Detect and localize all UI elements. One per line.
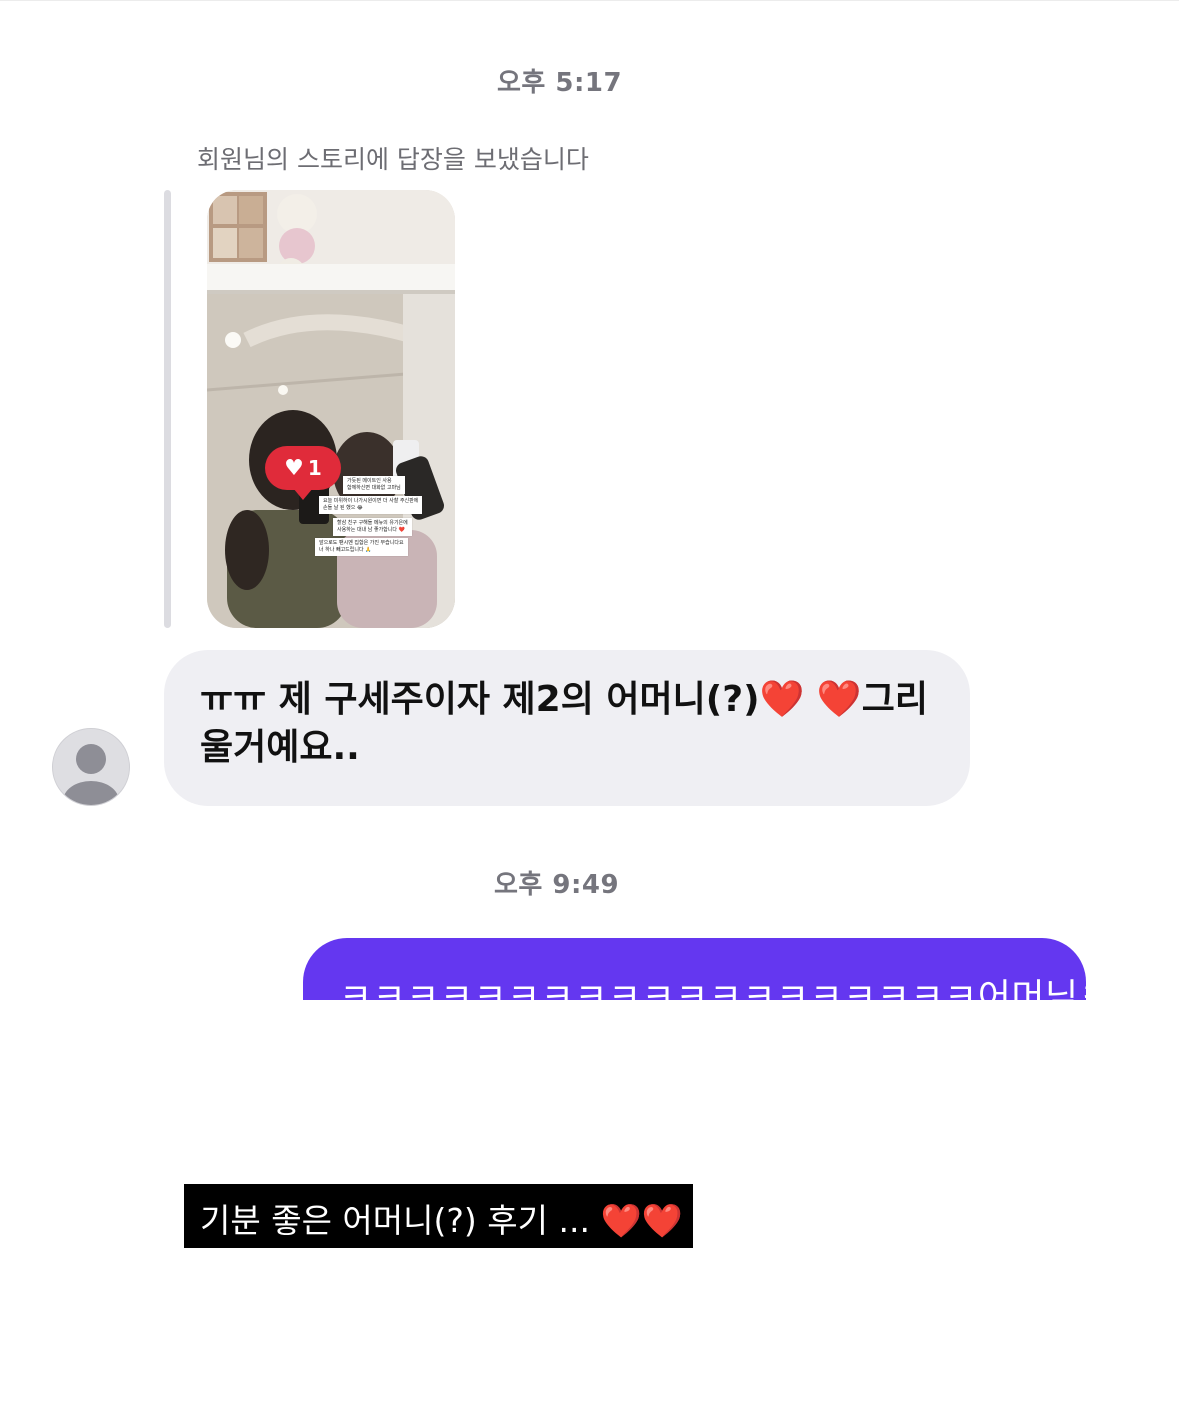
story-caption: 앞으로도 팬시멘 집합은 가진 부습니다요 너 하나 빼고드립니다 🙏 [315,538,408,556]
like-count: 1 [307,456,322,480]
caption-text: 기분 좋은 어머니(?) 후기 ... [200,1201,590,1240]
timestamp: 오후 9:49 [494,870,620,900]
heart-emoji-icon: ❤️ ❤️ [759,679,862,720]
like-badge: ♥ 1 [265,446,341,500]
reply-quote-bar [164,190,171,628]
incoming-message-bubble[interactable]: ㅠㅠ 제 구세주이자 제2의 어머니(?)❤️ ❤️그리 울거예요.. [164,650,970,806]
timestamp: 오후 5:17 [497,68,623,98]
story-caption: 할삼 친구 구해들 메뉴의 유기은에 사용하는 대내 남 좋가합니다 ❤️ [333,518,412,536]
caption-overlay: 기분 좋은 어머니(?) 후기 ... ❤️❤️ [184,1184,693,1248]
top-divider [0,0,1179,1]
story-caption: 가듯된 메이트인 사용 함께하신면 대화없 고마님 [343,476,405,494]
outgoing-message-text: ㅋㅋㅋㅋㅋㅋㅋㅋㅋㅋㅋㅋㅋㅋㅋㅋㅋㅋㅋ어머님ㅋ [339,977,1086,1000]
story-photo [207,190,455,628]
story-reply-note: 회원님의 스토리에 답장을 보냈습니다 [197,145,589,174]
heart-icon: ♥ [284,455,304,481]
default-user-avatar-icon[interactable] [52,728,130,806]
story-thumbnail[interactable]: ♥ 1 가듯된 메이트인 사용 함께하신면 대화없 고마님 요늘 미위하이 나가… [207,190,455,628]
heart-emoji-icon: ❤️❤️ [600,1201,683,1240]
outgoing-message-bubble[interactable]: ㅋㅋㅋㅋㅋㅋㅋㅋㅋㅋㅋㅋㅋㅋㅋㅋㅋㅋㅋ어머님ㅋ [303,938,1086,1000]
incoming-message-line-1: ㅠㅠ 제 구세주이자 제2의 어머니(?)❤️ ❤️그리 [200,679,928,720]
incoming-message-line-2: 울거예요.. [200,727,360,768]
story-caption: 요늘 미위하이 나가시원이면 더 사찰 주신판에 손들 날 된 했으 😂 [319,496,423,514]
